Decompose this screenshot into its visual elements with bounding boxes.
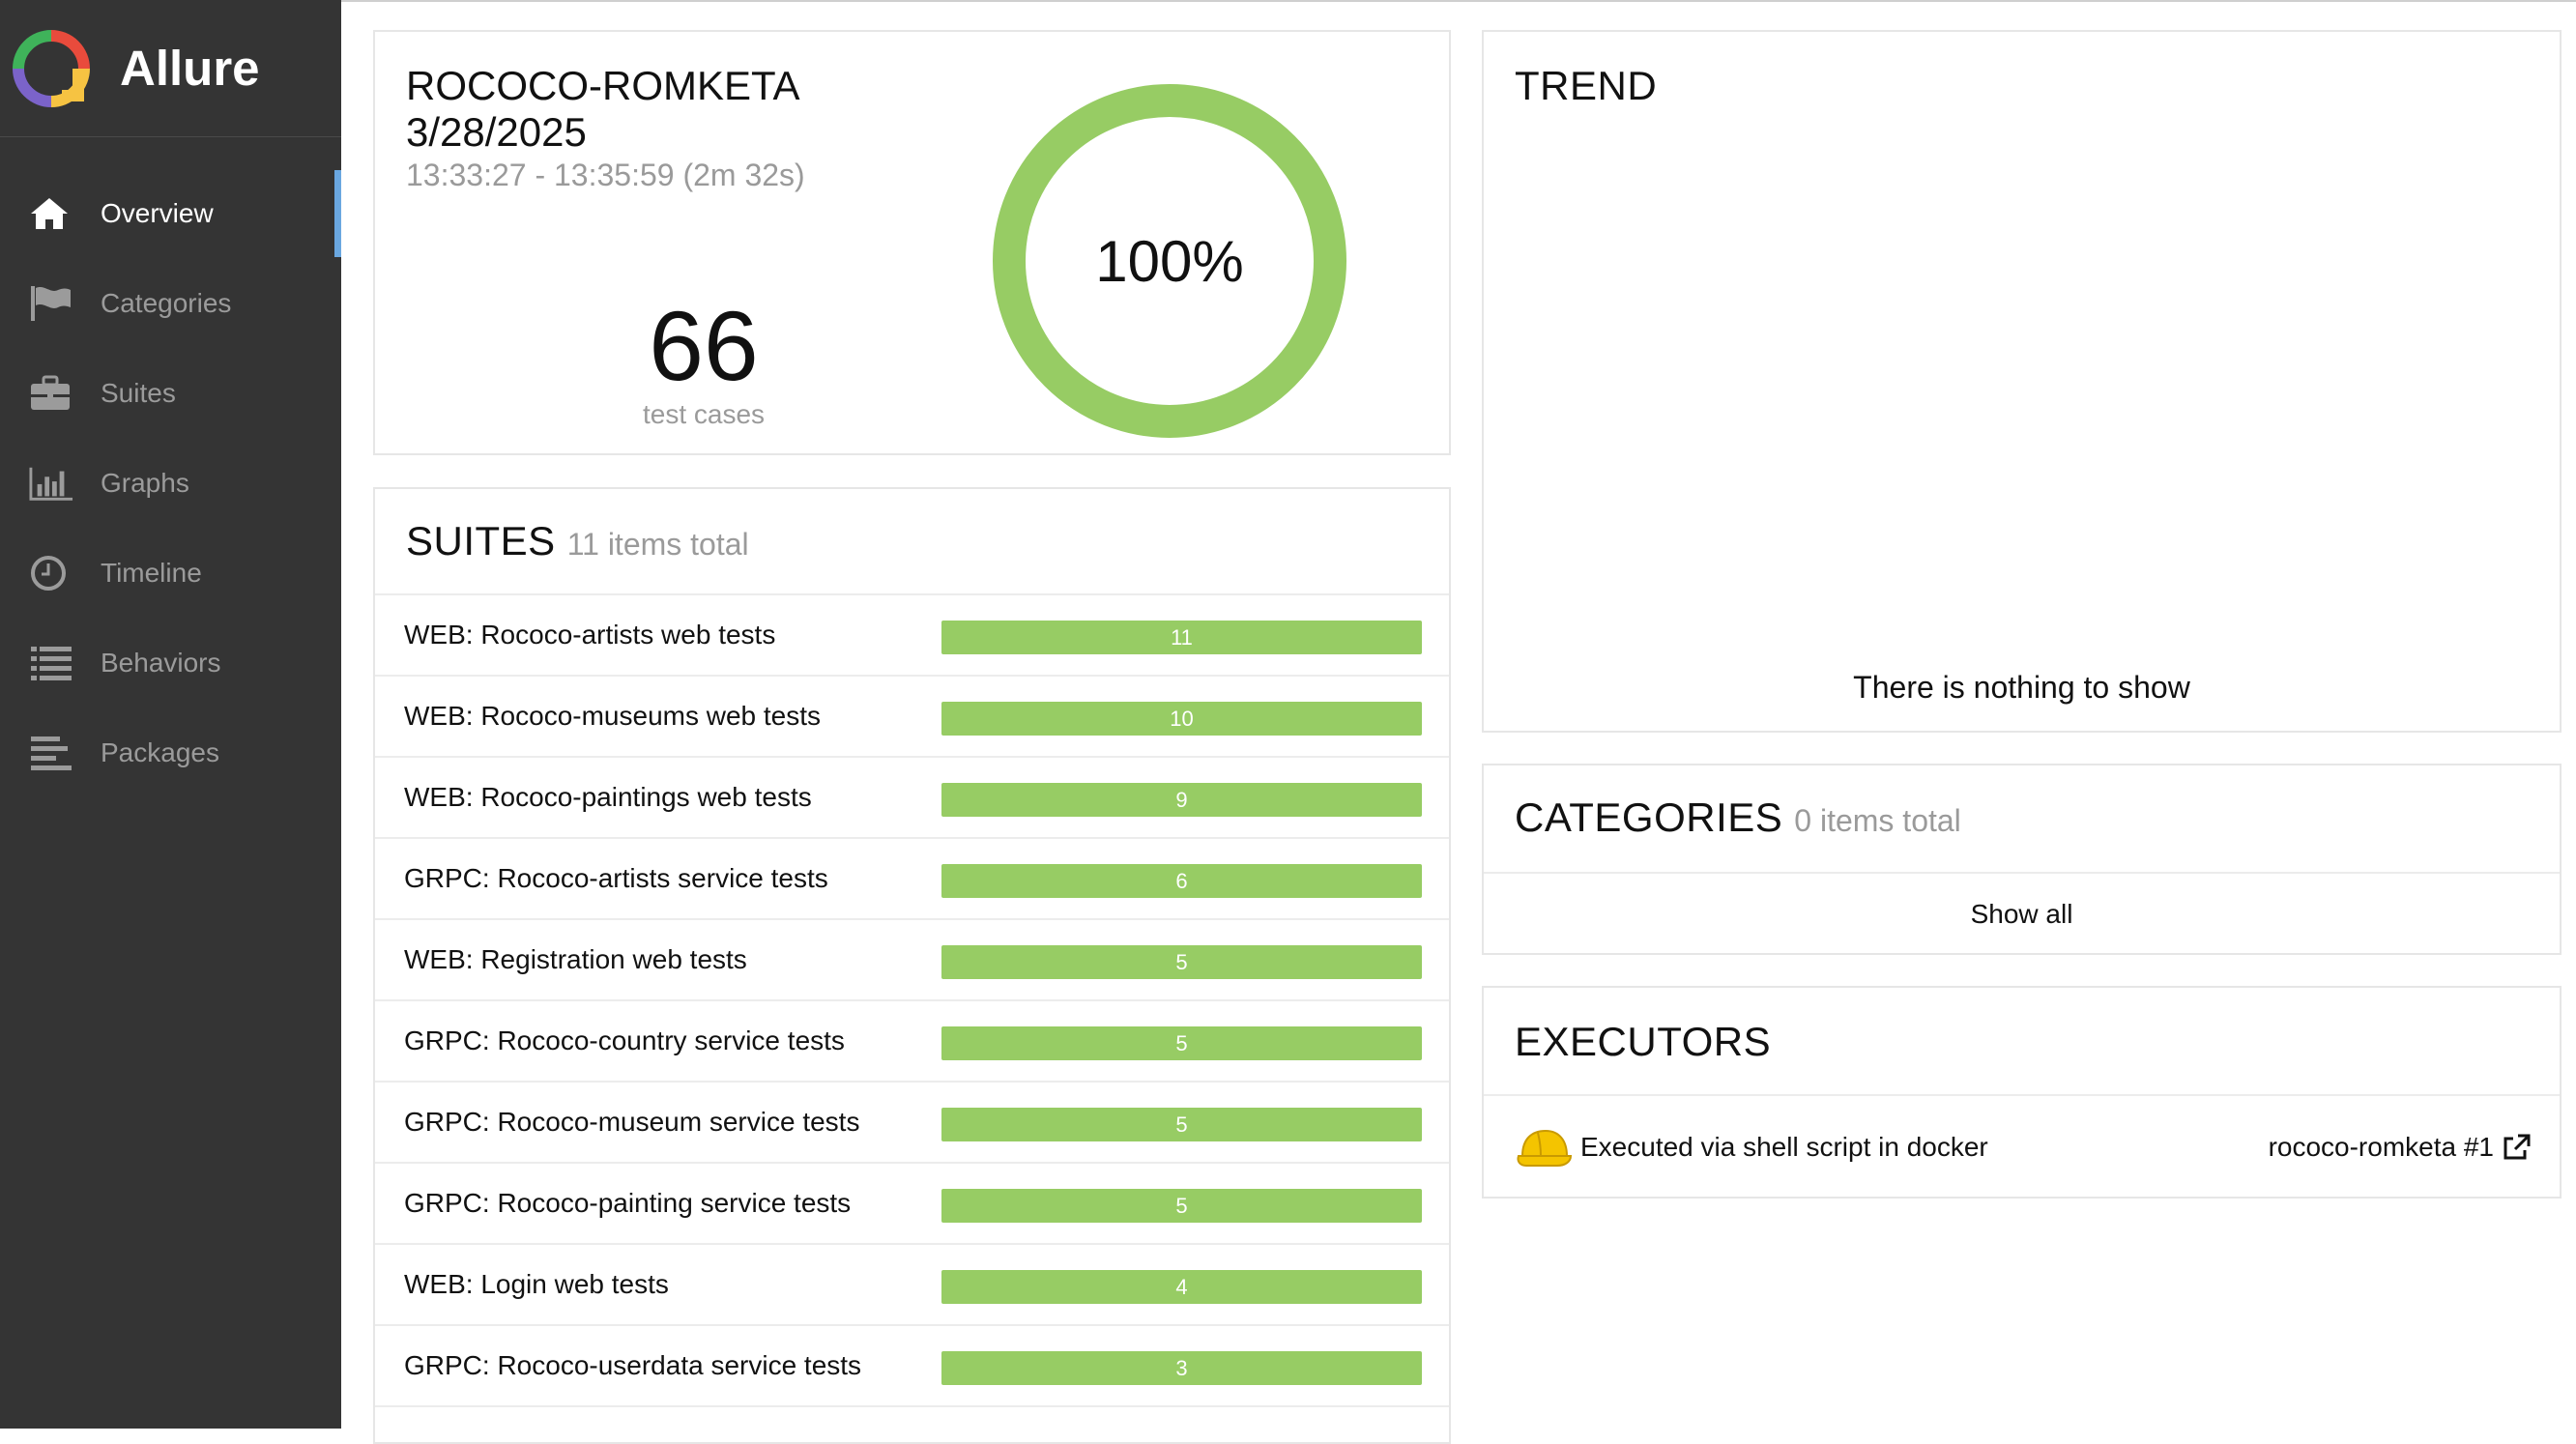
sidebar-item-behaviors[interactable]: Behaviors <box>0 618 341 708</box>
suite-row[interactable]: WEB: Rococo-artists web tests 11 <box>375 595 1449 677</box>
suites-header: SUITES 11 items total <box>375 489 1449 595</box>
report-name: ROCOCO-ROMKETA <box>406 63 800 108</box>
categories-widget: CATEGORIES 0 items total Show all <box>1482 764 2562 955</box>
clock-icon <box>29 554 73 592</box>
sidebar-item-label: Overview <box>101 197 214 228</box>
executors-widget: EXECUTORS Executed via shell script in d… <box>1482 986 2562 1199</box>
sidebar: Allure Overview Categories Suites Graphs <box>0 0 341 1429</box>
list-icon <box>29 644 73 682</box>
suite-row[interactable]: WEB: Rococo-museums web tests 10 <box>375 677 1449 758</box>
executor-name: Executed via shell script in docker <box>1580 1132 1988 1162</box>
bar-chart-icon <box>29 464 73 503</box>
suite-row[interactable]: GRPC: Rococo-userdata service tests 3 <box>375 1326 1449 1407</box>
briefcase-icon <box>29 374 73 413</box>
allure-logo-icon <box>13 29 90 107</box>
suite-row[interactable]: WEB: Registration web tests 5 <box>375 920 1449 1001</box>
suite-passed-bar: 4 <box>941 1270 1422 1304</box>
align-left-icon <box>29 734 73 772</box>
suite-name: GRPC: Rococo-country service tests <box>404 1025 845 1055</box>
suite-passed-bar: 5 <box>941 1026 1422 1060</box>
sidebar-item-label: Timeline <box>101 557 202 588</box>
suite-name: GRPC: Rococo-museum service tests <box>404 1107 860 1137</box>
suite-passed-bar: 10 <box>941 702 1422 736</box>
report-time-range: 13:33:27 - 13:35:59 (2m 32s) <box>406 158 805 192</box>
suite-name: GRPC: Rococo-userdata service tests <box>404 1350 862 1380</box>
sidebar-item-label: Categories <box>101 287 232 318</box>
sidebar-item-timeline[interactable]: Timeline <box>0 528 341 618</box>
sidebar-nav: Overview Categories Suites Graphs Timeli… <box>0 168 341 797</box>
suite-name: WEB: Rococo-museums web tests <box>404 701 822 731</box>
top-divider <box>341 0 2576 2</box>
sidebar-item-packages[interactable]: Packages <box>0 708 341 797</box>
suite-passed-bar: 11 <box>941 621 1422 654</box>
suite-name: WEB: Rococo-artists web tests <box>404 620 776 650</box>
test-case-count-label: test cases <box>642 399 766 429</box>
sidebar-item-label: Behaviors <box>101 647 221 678</box>
trend-empty-message: There is nothing to show <box>1853 670 2190 705</box>
categories-total: 0 items total <box>1794 803 1961 838</box>
summary-widget: ROCOCO-ROMKETA 3/28/2025 13:33:27 - 13:3… <box>373 30 1451 455</box>
suite-passed-bar: 6 <box>941 864 1422 898</box>
sidebar-item-overview[interactable]: Overview <box>0 168 341 258</box>
brand[interactable]: Allure <box>0 0 341 137</box>
suite-row[interactable]: GRPC: Rococo-museum service tests 5 <box>375 1083 1449 1164</box>
suite-name: GRPC: Rococo-painting service tests <box>404 1188 852 1218</box>
executor-build-link[interactable]: rococo-romketa #1 <box>2269 1132 2531 1163</box>
suite-name: GRPC: Rococo-artists service tests <box>404 863 828 893</box>
executor-row: Executed via shell script in docker roco… <box>1484 1096 2560 1199</box>
flag-icon <box>29 284 73 323</box>
suite-row[interactable]: GRPC: Rococo-country service tests 5 <box>375 1001 1449 1083</box>
suite-passed-bar: 5 <box>941 1189 1422 1223</box>
categories-header: CATEGORIES 0 items total <box>1484 765 2560 874</box>
suite-name: WEB: Rococo-paintings web tests <box>404 782 812 812</box>
suite-passed-bar: 3 <box>941 1351 1422 1385</box>
suite-passed-bar: 5 <box>941 945 1422 979</box>
test-case-count: 66 <box>649 291 759 401</box>
suite-row[interactable]: GRPC: Rococo-artists service tests 6 <box>375 839 1449 920</box>
sidebar-item-label: Suites <box>101 377 176 408</box>
executors-title: EXECUTORS <box>1515 1019 1772 1064</box>
sidebar-item-graphs[interactable]: Graphs <box>0 438 341 528</box>
show-all-link[interactable]: Show all <box>1484 874 2560 955</box>
brand-name: Allure <box>120 41 260 96</box>
suite-passed-bar: 5 <box>941 1108 1422 1141</box>
suites-widget: SUITES 11 items total WEB: Rococo-artist… <box>373 487 1451 1444</box>
suite-row[interactable]: GRPC: Rococo-painting service tests 5 <box>375 1164 1449 1245</box>
hard-hat-icon <box>1517 1129 1573 1167</box>
suites-title: SUITES <box>406 518 556 563</box>
categories-title: CATEGORIES <box>1515 794 1783 840</box>
executors-header: EXECUTORS <box>1484 988 2560 1096</box>
trend-widget: TREND There is nothing to show <box>1482 30 2562 733</box>
external-link-icon <box>2504 1134 2531 1160</box>
home-icon <box>29 194 73 233</box>
suites-total: 11 items total <box>566 527 749 562</box>
sidebar-item-categories[interactable]: Categories <box>0 258 341 348</box>
report-date: 3/28/2025 <box>406 109 587 155</box>
suite-row[interactable]: WEB: Rococo-paintings web tests 9 <box>375 758 1449 839</box>
pass-rate-label: 100% <box>1095 228 1244 294</box>
trend-title: TREND <box>1515 63 1658 108</box>
suite-name: WEB: Registration web tests <box>404 944 747 974</box>
suite-row[interactable]: WEB: Login web tests 4 <box>375 1245 1449 1326</box>
executor-build-label: rococo-romketa #1 <box>2268 1132 2494 1162</box>
suite-passed-bar: 9 <box>941 783 1422 817</box>
sidebar-item-suites[interactable]: Suites <box>0 348 341 438</box>
suite-name: WEB: Login web tests <box>404 1269 669 1299</box>
sidebar-item-label: Packages <box>101 736 219 767</box>
sidebar-item-label: Graphs <box>101 467 189 498</box>
